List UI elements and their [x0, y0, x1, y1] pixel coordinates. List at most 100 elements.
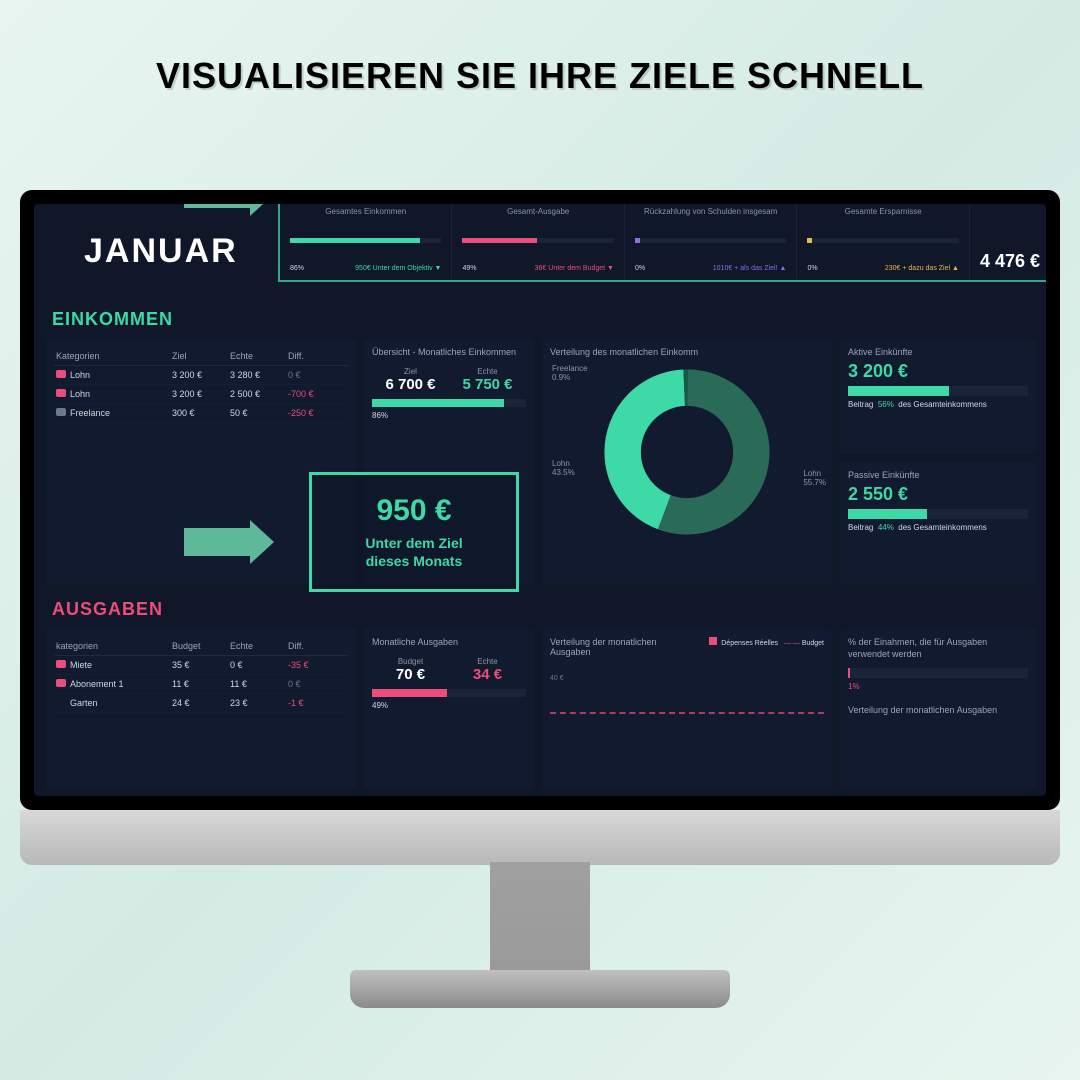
- row-echte: 2 500 €: [230, 389, 288, 399]
- arrow-icon-top: [184, 204, 254, 208]
- legend-budget: Budget: [802, 640, 824, 647]
- callout-line2: dieses Monats: [366, 553, 462, 569]
- col-kategorien: Kategorien: [56, 351, 172, 361]
- col-diff: Diff.: [288, 351, 346, 361]
- expense-pct-value: 1%: [848, 682, 1028, 691]
- summary-income-pct: 86%: [290, 265, 304, 272]
- callout-line1: Unter dem Ziel: [365, 535, 462, 551]
- budget-label: Budget: [396, 657, 425, 666]
- table-row[interactable]: Freelance 300 € 50 € -250 €: [54, 404, 348, 423]
- donut-lbl-lohn2: Lohn: [803, 469, 821, 478]
- expense-pct: 49%: [372, 701, 526, 710]
- beitrag-label: Beitrag: [848, 400, 873, 409]
- up-arrow-icon: ▲: [952, 265, 959, 272]
- summary-debt-foot: 1010€ + als das Ziel!: [713, 265, 778, 272]
- summary-debt-pct: 0%: [635, 265, 645, 272]
- income-pct: 86%: [372, 411, 526, 420]
- down-arrow-icon: ▼: [435, 265, 442, 272]
- active-income-bar: [848, 386, 1028, 396]
- beitrag-label: Beitrag: [848, 523, 873, 532]
- ziel-value: 6 700 €: [385, 376, 435, 393]
- expense-progress-bar: [372, 689, 526, 697]
- globe-icon: [56, 408, 66, 416]
- ytick: 40 €: [550, 675, 824, 682]
- summary-savings[interactable]: 230 € Gesamte Ersparnisse 0% 230€ + dazu…: [797, 204, 969, 280]
- table-row[interactable]: Lohn 3 200 € 2 500 € -700 €: [54, 385, 348, 404]
- row-echte: 23 €: [230, 698, 288, 708]
- wifi-icon: [56, 679, 66, 687]
- blank-icon: [56, 698, 66, 706]
- row-diff: -35 €: [288, 660, 346, 670]
- summary-savings-amount: 230 €: [807, 204, 958, 205]
- down-arrow-icon: ▼: [607, 265, 614, 272]
- expense-dist-title: Verteilung der monatlichen Ausgaben: [550, 637, 670, 657]
- passive-income-panel: Passive Einkünfte 2 550 € Beitrag 44% de…: [840, 462, 1036, 584]
- summary-income-label: Gesamtes Einkommen: [290, 207, 441, 216]
- summary-income-amount: 5 750 €: [290, 204, 441, 205]
- monitor-stand-base: [350, 970, 730, 1008]
- summary-unallocated: Nicht zugeteiltes Einkommen: 4 476 €: [970, 204, 1046, 280]
- active-pct: 56%: [878, 400, 894, 409]
- row-echte: 50 €: [230, 408, 288, 418]
- row-echte: 11 €: [230, 679, 288, 689]
- income-donut-panel: Verteilung des monatlichen Einkomm Freel…: [542, 339, 832, 584]
- budget-line: [550, 712, 824, 714]
- col-budget: Budget: [172, 641, 230, 651]
- passive-pct: 44%: [878, 523, 894, 532]
- row-name: Lohn: [70, 370, 90, 380]
- row-diff: -700 €: [288, 389, 346, 399]
- section-expenses-title: AUSGABEN: [52, 599, 163, 620]
- passive-income-title: Passive Einkünfte: [848, 470, 1028, 480]
- col-echte: Echte: [230, 641, 288, 651]
- callout-amount: 950 €: [376, 494, 451, 528]
- donut-lbl-freelance: Freelance: [552, 364, 588, 373]
- summary-debt[interactable]: 1 010 € Rückzahlung von Schulden insgesa…: [625, 204, 797, 280]
- col-echte: Echte: [230, 351, 288, 361]
- expense-pct-title: % der Einahmen, die für Ausgaben verwend…: [848, 637, 1028, 660]
- row-echte: 0 €: [230, 660, 288, 670]
- summary-debt-amount: 1 010 €: [635, 204, 786, 205]
- wallet-icon: [56, 389, 66, 397]
- summary-expense-foot: 36€ Unter dem Budget: [535, 265, 605, 272]
- summary-expense-label: Gesamt-Ausgabe: [462, 207, 613, 216]
- expense-pct-panel: % der Einahmen, die für Ausgaben verwend…: [840, 629, 1036, 789]
- home-icon: [56, 660, 66, 668]
- summary-savings-label: Gesamte Ersparnisse: [807, 207, 958, 216]
- month-title: JANUAR: [84, 232, 238, 271]
- callout-box: 950 € Unter dem Ziel dieses Monats: [309, 472, 519, 592]
- row-budget: 24 €: [172, 698, 230, 708]
- expense-pct-title2: Verteilung der monatlichen Ausgaben: [848, 705, 1028, 715]
- col-kategorien: kategorien: [56, 641, 172, 651]
- legend-real-icon: [709, 637, 717, 645]
- active-income-panel: Aktive Einkünfte 3 200 € Beitrag 56% des…: [840, 339, 1036, 454]
- summary-expense[interactable]: 34 € Gesamt-Ausgabe 49% 36€ Unter dem Bu…: [452, 204, 624, 280]
- table-row[interactable]: Abonement 1 11 € 11 € 0 €: [54, 675, 348, 694]
- expense-dist-panel: Verteilung der monatlichen Ausgaben Dépe…: [542, 629, 832, 789]
- table-row[interactable]: Garten 24 € 23 € -1 €: [54, 694, 348, 713]
- echte-label: Echte: [473, 657, 502, 666]
- summary-savings-foot: 230€ + dazu das Ziel: [885, 265, 950, 272]
- up-arrow-icon: ▲: [780, 265, 787, 272]
- budget-value: 70 €: [396, 666, 425, 683]
- donut-pct-freelance: 0.9%: [552, 373, 570, 382]
- summary-unalloc-amount: 4 476 €: [980, 251, 1046, 272]
- expense-overview-title: Monatliche Ausgaben: [372, 637, 526, 647]
- monitor-stand-neck: [490, 862, 590, 972]
- row-budget: 11 €: [172, 679, 230, 689]
- table-row[interactable]: Miete 35 € 0 € -35 €: [54, 656, 348, 675]
- row-ziel: 300 €: [172, 408, 230, 418]
- row-echte: 3 280 €: [230, 370, 288, 380]
- row-name: Abonement 1: [70, 679, 124, 689]
- table-row[interactable]: Lohn 3 200 € 3 280 € 0 €: [54, 366, 348, 385]
- row-diff: 0 €: [288, 679, 346, 689]
- col-diff: Diff.: [288, 641, 346, 651]
- expense-table: kategorien Budget Echte Diff. Miete 35 €…: [46, 629, 356, 789]
- donut-lbl-lohn1: Lohn: [552, 459, 570, 468]
- summary-debt-label: Rückzahlung von Schulden insgesam: [635, 207, 786, 216]
- row-diff: -1 €: [288, 698, 346, 708]
- row-name: Lohn: [70, 389, 90, 399]
- expense-pct-bar: [848, 668, 1028, 678]
- row-name: Freelance: [70, 408, 110, 418]
- summary-income[interactable]: 5 750 € Gesamtes Einkommen 86% 950€ Unte…: [280, 204, 452, 280]
- row-ziel: 3 200 €: [172, 389, 230, 399]
